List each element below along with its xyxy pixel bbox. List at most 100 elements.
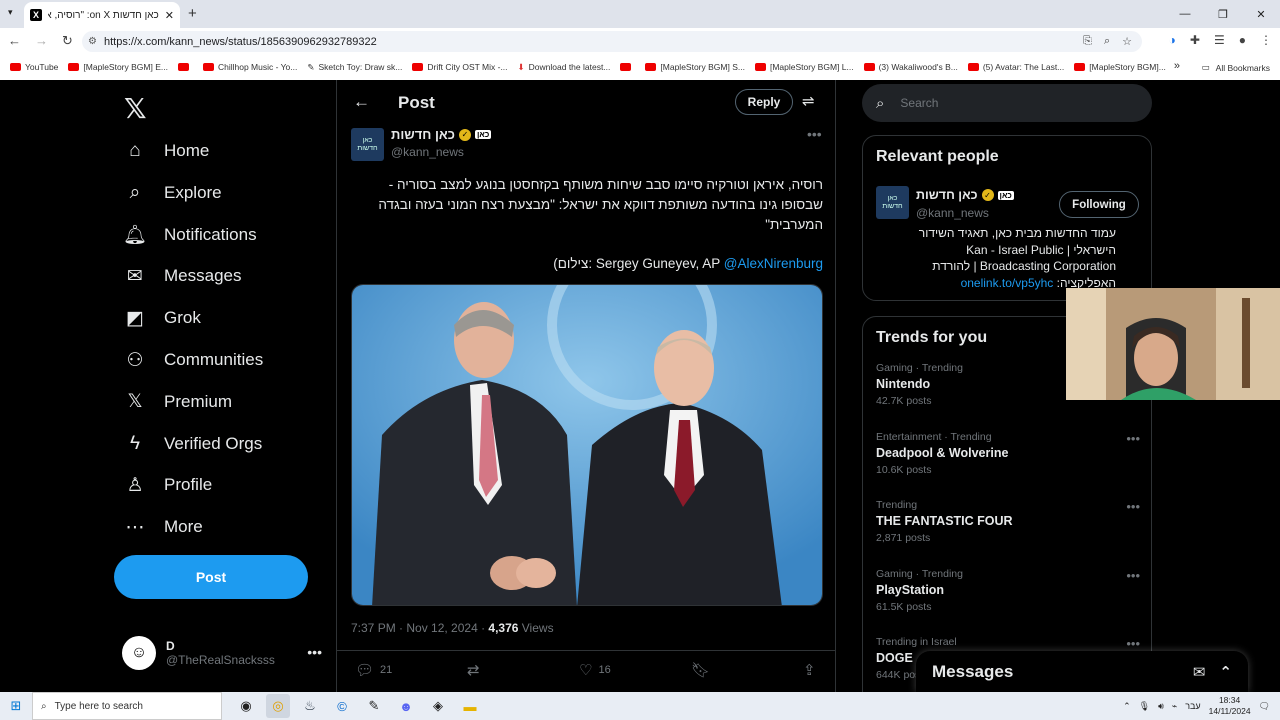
bookmark-item[interactable] xyxy=(174,63,197,71)
post-more-icon[interactable]: ••• xyxy=(807,126,822,142)
more-dots-icon[interactable]: ••• xyxy=(307,644,322,660)
bookmark-item[interactable]: [MapleStory BGM] E... xyxy=(64,62,172,72)
notification-icon[interactable]: 🗨︎ xyxy=(1259,701,1270,712)
trend-more-icon[interactable]: ••• xyxy=(1126,636,1140,651)
folder-icon[interactable]: ▬ xyxy=(458,694,482,718)
author-avatar[interactable]: כאן חדשות xyxy=(351,128,384,161)
sidebar-item-verified-orgs[interactable]: ϟ Verified Orgs xyxy=(124,429,262,459)
puzzle-icon[interactable]: ✚ xyxy=(1190,33,1200,47)
bookmark-item[interactable]: (5) Avatar: The Last... xyxy=(964,62,1068,72)
person-avatar[interactable]: כאן חדשות xyxy=(876,186,909,219)
ccleaner-icon[interactable]: © xyxy=(330,694,354,718)
sidebar-item-home[interactable]: ⌂ Home xyxy=(124,136,209,166)
restore-button[interactable]: ❐ xyxy=(1204,0,1242,28)
expand-icon[interactable]: ⌃ xyxy=(1219,663,1232,681)
reply-action[interactable]: 💬︎ 21 xyxy=(355,661,392,679)
network-icon[interactable]: ⌁ xyxy=(1172,701,1177,712)
taskbar-search[interactable]: ⌕ Type here to search xyxy=(32,692,222,720)
author-name[interactable]: כאן חדשות xyxy=(391,127,455,142)
trend-item[interactable]: Entertainment · Trending Deadpool & Wolve… xyxy=(876,431,1140,476)
chrome-icon[interactable]: ◎ xyxy=(266,694,290,718)
bookmarks-overflow-icon[interactable]: » xyxy=(1174,60,1180,72)
app2-icon[interactable]: ◈ xyxy=(426,694,450,718)
adjust-icon[interactable]: ⇌ xyxy=(802,92,815,110)
bookmark-item[interactable]: Chillhop Music - Yo... xyxy=(199,62,301,72)
person-handle[interactable]: @kann_news xyxy=(916,206,989,220)
bookmark-item[interactable]: ⬇ Download the latest... xyxy=(514,62,615,73)
new-message-icon[interactable]: ✉ xyxy=(1193,663,1206,681)
sidebar-item-more[interactable]: ⋯ More xyxy=(124,512,203,542)
sidebar-item-messages[interactable]: ✉ Messages xyxy=(124,261,241,291)
bookmark-item[interactable]: ✎ Sketch Toy: Draw sk... xyxy=(303,62,406,73)
discord-icon[interactable]: ☻ xyxy=(394,694,418,718)
following-button[interactable]: Following xyxy=(1059,191,1139,218)
windows-start-icon[interactable]: ⊞ xyxy=(0,698,32,714)
repost-action[interactable]: ⇄ xyxy=(467,661,486,679)
sidebar-item-profile[interactable]: ♙ Profile xyxy=(124,470,212,500)
bookmark-item[interactable]: Drift City OST Mix -... xyxy=(408,62,511,72)
new-tab-button[interactable]: + xyxy=(188,5,197,22)
sidebar-item-explore[interactable]: ⌕ Explore xyxy=(124,178,222,208)
reading-list-icon[interactable]: ☰ xyxy=(1214,33,1225,47)
back-arrow-icon[interactable]: ← xyxy=(353,92,370,112)
tray-chevron-icon[interactable]: ⌃ xyxy=(1123,701,1131,712)
profile-avatar-icon[interactable]: ● xyxy=(1239,33,1246,47)
zoom-icon[interactable]: ⌕ xyxy=(1104,35,1110,48)
bio-link[interactable]: onelink.to/vp5yhc xyxy=(961,276,1054,290)
bookmark-item[interactable]: (3) Wakaliwood's B... xyxy=(860,62,962,72)
author-name-row[interactable]: כאן חדשות ✓ כאן xyxy=(391,127,492,142)
minimize-button[interactable]: — xyxy=(1166,0,1204,28)
install-icon[interactable]: ⎘ xyxy=(1083,35,1092,48)
trend-more-icon[interactable]: ••• xyxy=(1126,431,1140,446)
reply-button[interactable]: Reply xyxy=(735,89,793,115)
bookmark-item[interactable]: [MapleStory BGM]... xyxy=(1070,62,1170,72)
person-name-row[interactable]: כאן חדשות ✓ כאן xyxy=(916,188,1014,202)
search-input[interactable]: ⌕ Search xyxy=(862,84,1152,122)
bookmark-item[interactable]: [MapleStory BGM] S... xyxy=(641,62,749,72)
trend-more-icon[interactable]: ••• xyxy=(1126,499,1140,514)
account-switcher[interactable]: ☺ D @TheRealSnacksss ••• xyxy=(122,636,322,670)
trend-more-icon[interactable]: ••• xyxy=(1126,568,1140,583)
clock[interactable]: 18:34 14/11/2024 xyxy=(1209,695,1251,717)
mic-icon[interactable]: 🎙︎ xyxy=(1139,701,1150,712)
back-icon[interactable]: ← xyxy=(8,33,21,49)
close-tab-icon[interactable]: ✕ xyxy=(165,9,174,22)
browser-tab[interactable]: X כאן חדשות on X: "רוסיה, איראן ✕ xyxy=(24,2,180,28)
post-button[interactable]: Post xyxy=(114,555,308,599)
tab-search-chevron-icon[interactable]: ▾ xyxy=(8,7,13,18)
sidebar-item-notifications[interactable]: 🔔︎ Notifications xyxy=(123,220,257,250)
bookmark-action[interactable]: 🔖︎ xyxy=(691,661,710,679)
close-window-button[interactable]: ✕ xyxy=(1242,0,1280,28)
reload-icon[interactable]: ↻ xyxy=(62,33,73,49)
x-logo-icon[interactable]: 𝕏 xyxy=(124,92,147,125)
bookmark-item[interactable]: [MapleStory BGM] L... xyxy=(751,62,858,72)
share-action[interactable]: ⇪ xyxy=(803,661,816,679)
obs-icon[interactable]: ◉ xyxy=(234,694,258,718)
person-name[interactable]: כאן חדשות xyxy=(916,188,978,202)
messages-drawer[interactable]: Messages ✉ ⌃ xyxy=(916,651,1248,692)
author-handle[interactable]: @kann_news xyxy=(391,145,464,159)
sidebar-item-premium[interactable]: 𝕏 Premium xyxy=(124,387,232,417)
url-text[interactable]: https://x.com/kann_news/status/185639096… xyxy=(104,36,377,48)
kebab-menu-icon[interactable]: ⋮ xyxy=(1260,33,1272,47)
trend-item[interactable]: Trending THE FANTASTIC FOUR 2,871 posts ••• xyxy=(876,499,1140,544)
sidebar-item-grok[interactable]: ◩ Grok xyxy=(124,303,201,333)
language-indicator[interactable]: עבר xyxy=(1185,701,1200,711)
post-photo[interactable] xyxy=(351,284,823,606)
bookmark-item[interactable] xyxy=(616,63,639,71)
like-action[interactable]: ♡ 16 xyxy=(579,661,611,679)
forward-icon[interactable]: → xyxy=(35,33,48,49)
steam-icon[interactable]: ♨ xyxy=(298,694,322,718)
all-bookmarks-button[interactable]: ▭ All Bookmarks xyxy=(1202,62,1270,73)
extension-icon[interactable]: ◑ xyxy=(1169,33,1176,47)
site-info-icon[interactable]: ⚙ xyxy=(88,36,97,47)
bookmark-item[interactable]: YouTube xyxy=(6,62,62,72)
credit-mention-link[interactable]: @AlexNirenburg xyxy=(724,256,823,271)
post-time[interactable]: 7:37 PM · Nov 12, 2024 · xyxy=(351,621,488,635)
address-bar[interactable]: ⚙ https://x.com/kann_news/status/1856390… xyxy=(82,31,1142,52)
speaker-icon[interactable]: 🔊︎ xyxy=(1158,701,1164,712)
app-icon[interactable]: ✎ xyxy=(362,694,386,718)
bookmark-star-icon[interactable]: ☆ xyxy=(1122,35,1132,48)
sidebar-item-communities[interactable]: ⚇ Communities xyxy=(124,345,263,375)
trend-item[interactable]: Gaming · Trending PlayStation 61.5K posts •… xyxy=(876,568,1140,613)
